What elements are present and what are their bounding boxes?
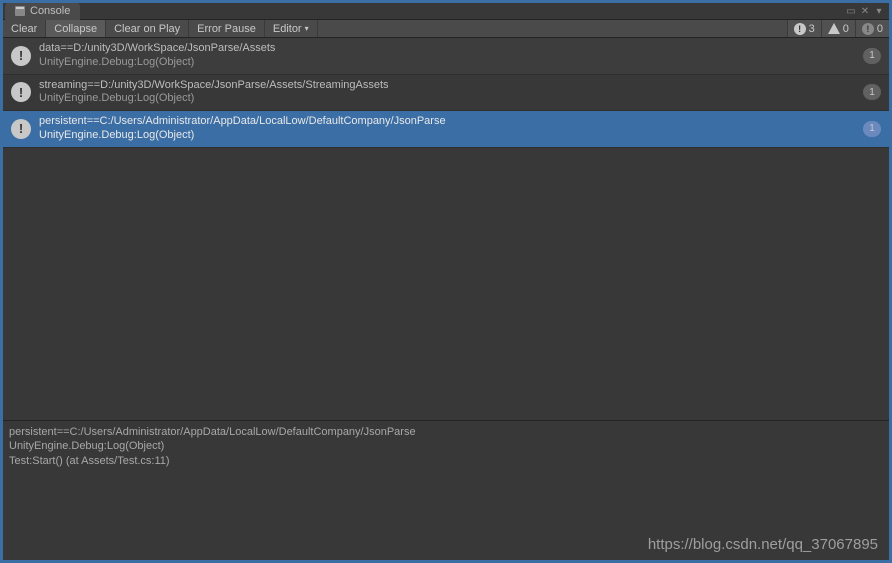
editor-dropdown[interactable]: Editor [265,20,318,37]
log-info-icon [11,46,31,66]
log-message: streaming==D:/unity3D/WorkSpace/JsonPars… [39,79,855,93]
log-text: streaming==D:/unity3D/WorkSpace/JsonPars… [39,79,855,107]
warn-counter[interactable]: 0 [821,20,855,37]
window-buttons: ▭ ✕ ▾ [845,5,889,17]
info-count: 3 [809,23,815,35]
clear-button[interactable]: Clear [3,20,46,37]
detail-line: persistent==C:/Users/Administrator/AppDa… [9,425,883,439]
detail-line: UnityEngine.Debug:Log(Object) [9,439,883,453]
titlebar: Console ▭ ✕ ▾ [3,3,889,20]
log-info-icon [11,82,31,102]
log-count-badge: 1 [863,48,881,64]
log-stack: UnityEngine.Debug:Log(Object) [39,129,855,143]
log-text: persistent==C:/Users/Administrator/AppDa… [39,115,855,143]
warn-icon [828,23,840,34]
log-info-icon [11,119,31,139]
menu-icon[interactable]: ▾ [873,5,885,17]
log-message: data==D:/unity3D/WorkSpace/JsonParse/Ass… [39,42,855,56]
error-count: 0 [877,23,883,35]
tab-console[interactable]: Console [5,3,80,20]
error-pause-button[interactable]: Error Pause [189,20,265,37]
error-icon: ! [862,23,874,35]
dock-icon[interactable]: ▭ [845,5,857,17]
detail-line: Test:Start() (at Assets/Test.cs:11) [9,454,883,468]
log-message: persistent==C:/Users/Administrator/AppDa… [39,115,855,129]
console-window: Console ▭ ✕ ▾ Clear Collapse Clear on Pl… [0,0,892,563]
console-icon [15,6,25,16]
log-count-badge: 1 [863,121,881,137]
clear-on-play-button[interactable]: Clear on Play [106,20,189,37]
info-counter[interactable]: ! 3 [787,20,821,37]
log-empty-area [3,148,889,421]
log-list: data==D:/unity3D/WorkSpace/JsonParse/Ass… [3,38,889,148]
toolbar-spacer [318,20,787,37]
info-icon: ! [794,23,806,35]
log-row[interactable]: streaming==D:/unity3D/WorkSpace/JsonPars… [3,75,889,112]
log-count-badge: 1 [863,84,881,100]
log-stack: UnityEngine.Debug:Log(Object) [39,56,855,70]
log-row-selected[interactable]: persistent==C:/Users/Administrator/AppDa… [3,111,889,148]
log-text: data==D:/unity3D/WorkSpace/JsonParse/Ass… [39,42,855,70]
collapse-button[interactable]: Collapse [46,20,106,37]
close-icon[interactable]: ✕ [859,5,871,17]
error-counter[interactable]: ! 0 [855,20,889,37]
tab-label: Console [30,5,70,17]
warn-count: 0 [843,23,849,35]
toolbar: Clear Collapse Clear on Play Error Pause… [3,20,889,38]
detail-panel[interactable]: persistent==C:/Users/Administrator/AppDa… [3,420,889,560]
log-row[interactable]: data==D:/unity3D/WorkSpace/JsonParse/Ass… [3,38,889,75]
log-stack: UnityEngine.Debug:Log(Object) [39,92,855,106]
